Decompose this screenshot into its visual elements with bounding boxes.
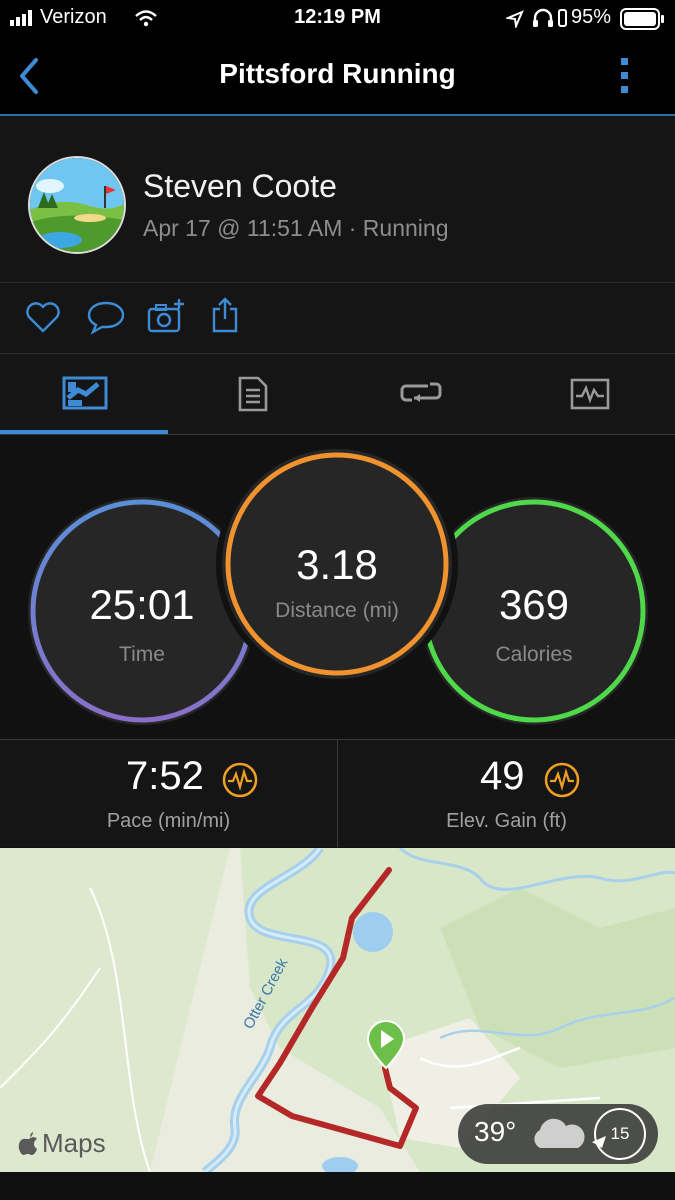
bottom-edge (0, 1172, 675, 1200)
distance-value: 3.18 (296, 541, 378, 588)
metrics-row: 7:52 Pace (min/mi) 49 Elev. Gain (ft) (0, 740, 675, 847)
status-bar: Verizon 12:19 PM 95% (0, 0, 675, 40)
route-map[interactable]: Otter Creek Maps 39° 15 (0, 848, 675, 1172)
pace-value: 7:52 (126, 754, 204, 798)
pace-metric[interactable]: 7:52 Pace (min/mi) (0, 740, 337, 847)
apple-logo-icon (18, 1131, 37, 1155)
battery-icon (620, 8, 664, 30)
tab-laps[interactable] (336, 354, 504, 434)
pace-label: Pace (min/mi) (106, 810, 231, 832)
nav-bar: Pittsford Running (0, 40, 675, 116)
orientation-lock-icon (558, 9, 567, 27)
elevation-value: 49 (480, 754, 525, 798)
elevation-metric[interactable]: 49 Elev. Gain (ft) (338, 740, 675, 847)
distance-label: Distance (mi) (275, 599, 399, 622)
battery-percent: 95% (570, 6, 611, 28)
wind-direction-icon (592, 1136, 606, 1148)
chart-icon (570, 378, 610, 410)
document-icon (238, 376, 268, 412)
tab-details[interactable] (168, 354, 336, 434)
share-icon[interactable] (210, 297, 240, 335)
weather-badge: 39° 15 (458, 1104, 658, 1164)
cloud-icon (534, 1118, 585, 1148)
stats-panel: 25:01 Time 369 Calories 3.18 Distance (m… (0, 435, 675, 740)
avatar[interactable] (28, 156, 126, 254)
tab-charts[interactable] (504, 354, 672, 434)
activity-meta: Apr 17 @ 11:51 AM · Running (143, 215, 449, 241)
map-overview-icon (62, 376, 108, 410)
page-title: Pittsford Running (219, 58, 456, 89)
headphones-icon (533, 8, 553, 27)
calories-label: Calories (495, 643, 573, 666)
activity-header: Steven Coote Apr 17 @ 11:51 AM · Running (0, 116, 675, 283)
tab-overview[interactable] (0, 354, 168, 434)
add-photo-icon[interactable] (146, 297, 186, 335)
user-name[interactable]: Steven Coote (143, 168, 337, 205)
location-icon (506, 10, 524, 28)
temperature: 39° (474, 1116, 517, 1147)
laps-icon (400, 382, 442, 402)
wind-indicator: 15 (592, 1108, 646, 1160)
calories-value: 369 (498, 581, 570, 628)
tab-bar (0, 354, 675, 435)
action-bar (0, 283, 675, 354)
distance-stat: 3.18 Distance (mi) (222, 449, 452, 679)
start-marker-icon[interactable] (366, 1020, 406, 1070)
elevation-chart-icon (544, 762, 580, 798)
like-icon[interactable] (25, 301, 61, 333)
calories-stat: 369 Calories (420, 497, 648, 725)
maps-brand-label: Maps (42, 1128, 106, 1158)
comment-icon[interactable] (86, 299, 126, 335)
tab-indicator (0, 430, 168, 434)
elevation-label: Elev. Gain (ft) (446, 810, 567, 832)
maps-brand: Maps (18, 1128, 106, 1159)
more-options-icon[interactable] (618, 56, 632, 96)
pace-chart-icon (222, 762, 258, 798)
